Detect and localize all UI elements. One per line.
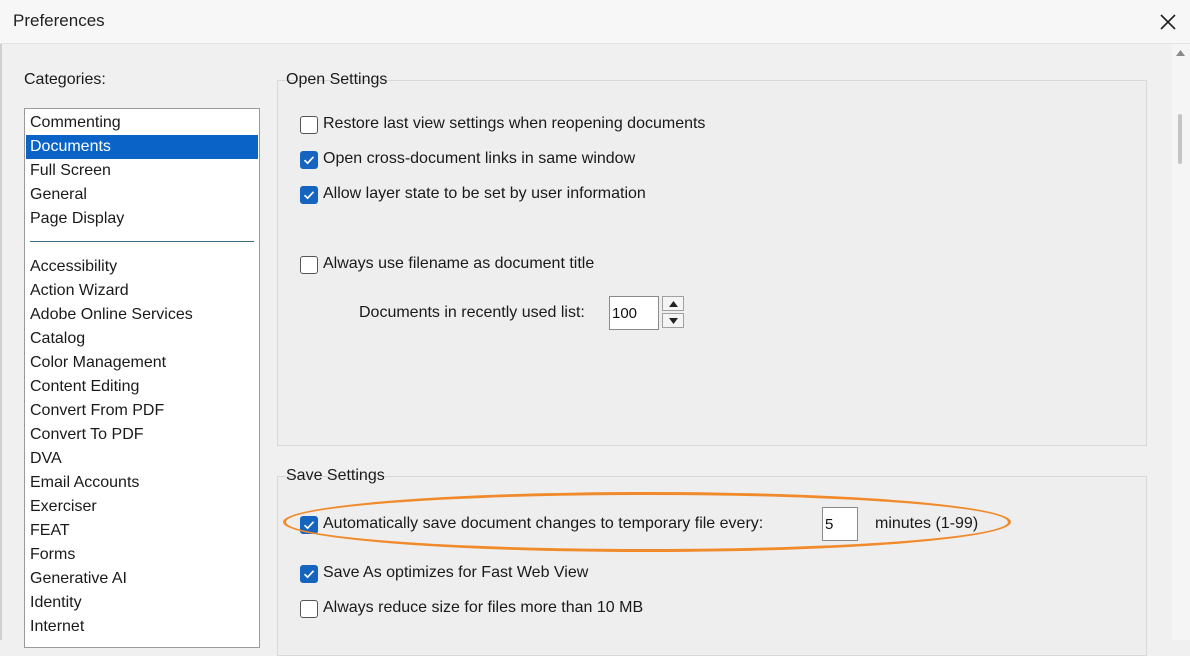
- category-item-convert-to-pdf[interactable]: Convert To PDF: [26, 423, 258, 447]
- auto-save-checkbox[interactable]: [300, 516, 318, 534]
- reduce-size-label: Always reduce size for files more than 1…: [323, 599, 644, 616]
- cross-doc-links-label: Open cross-document links in same window: [323, 150, 636, 167]
- window-left-border: [0, 44, 2, 640]
- checkmark-icon: [303, 156, 315, 165]
- layer-state-label: Allow layer state to be set by user info…: [323, 185, 646, 202]
- category-item-identity[interactable]: Identity: [26, 591, 258, 615]
- caret-up-icon: [668, 300, 678, 307]
- category-item-dva[interactable]: DVA: [26, 447, 258, 471]
- recent-list-label: Documents in recently used list:: [359, 304, 585, 321]
- category-item-catalog[interactable]: Catalog: [26, 327, 258, 351]
- category-item-page-display[interactable]: Page Display: [26, 207, 258, 231]
- auto-save-minutes-input[interactable]: [822, 507, 858, 541]
- scroll-up-arrow-icon[interactable]: [1176, 50, 1185, 56]
- checkmark-icon: [303, 570, 315, 579]
- recent-list-input[interactable]: [609, 296, 659, 330]
- checkmark-icon: [303, 191, 315, 200]
- category-item-color-management[interactable]: Color Management: [26, 351, 258, 375]
- spin-up-button[interactable]: [662, 296, 684, 311]
- caret-down-icon: [668, 317, 678, 324]
- category-item-accessibility[interactable]: Accessibility: [26, 255, 258, 279]
- category-item-exerciser[interactable]: Exerciser: [26, 495, 258, 519]
- category-item-action-wizard[interactable]: Action Wizard: [26, 279, 258, 303]
- layer-state-checkbox[interactable]: [300, 186, 318, 204]
- category-item-commenting[interactable]: Commenting: [26, 111, 258, 135]
- fast-web-view-checkbox[interactable]: [300, 565, 318, 583]
- spin-down-button[interactable]: [662, 313, 684, 328]
- cross-doc-links-checkbox[interactable]: [300, 151, 318, 169]
- category-item-full-screen[interactable]: Full Screen: [26, 159, 258, 183]
- category-item-adobe-online-services[interactable]: Adobe Online Services: [26, 303, 258, 327]
- category-item-convert-from-pdf[interactable]: Convert From PDF: [26, 399, 258, 423]
- category-item-forms[interactable]: Forms: [26, 543, 258, 567]
- category-item-feat[interactable]: FEAT: [26, 519, 258, 543]
- category-item-content-editing[interactable]: Content Editing: [26, 375, 258, 399]
- category-item-general[interactable]: General: [26, 183, 258, 207]
- close-icon: [1160, 14, 1176, 30]
- reduce-size-checkbox[interactable]: [300, 600, 318, 618]
- open-settings-label: Open Settings: [286, 71, 388, 88]
- category-item-internet[interactable]: Internet: [26, 615, 258, 639]
- save-settings-label: Save Settings: [286, 467, 385, 484]
- auto-save-label: Automatically save document changes to t…: [323, 515, 764, 532]
- restore-view-label: Restore last view settings when reopenin…: [323, 115, 706, 132]
- title-bar: Preferences: [0, 0, 1190, 44]
- close-button[interactable]: [1146, 0, 1190, 44]
- filename-title-checkbox[interactable]: [300, 256, 318, 274]
- scroll-thumb[interactable]: [1178, 114, 1182, 164]
- category-item-email-accounts[interactable]: Email Accounts: [26, 471, 258, 495]
- auto-save-minutes-suffix: minutes (1-99): [875, 515, 979, 532]
- category-item-generative-ai[interactable]: Generative AI: [26, 567, 258, 591]
- fast-web-view-label: Save As optimizes for Fast Web View: [323, 564, 589, 581]
- restore-view-checkbox[interactable]: [300, 116, 318, 134]
- window-title: Preferences: [13, 11, 105, 30]
- filename-title-label: Always use filename as document title: [323, 255, 595, 272]
- categories-label: Categories:: [24, 71, 106, 88]
- category-item-documents[interactable]: Documents: [26, 135, 258, 159]
- categories-list[interactable]: Commenting Documents Full Screen General…: [24, 108, 260, 648]
- category-divider: [30, 241, 254, 242]
- vertical-scrollbar[interactable]: [1172, 44, 1190, 640]
- checkmark-icon: [303, 521, 315, 530]
